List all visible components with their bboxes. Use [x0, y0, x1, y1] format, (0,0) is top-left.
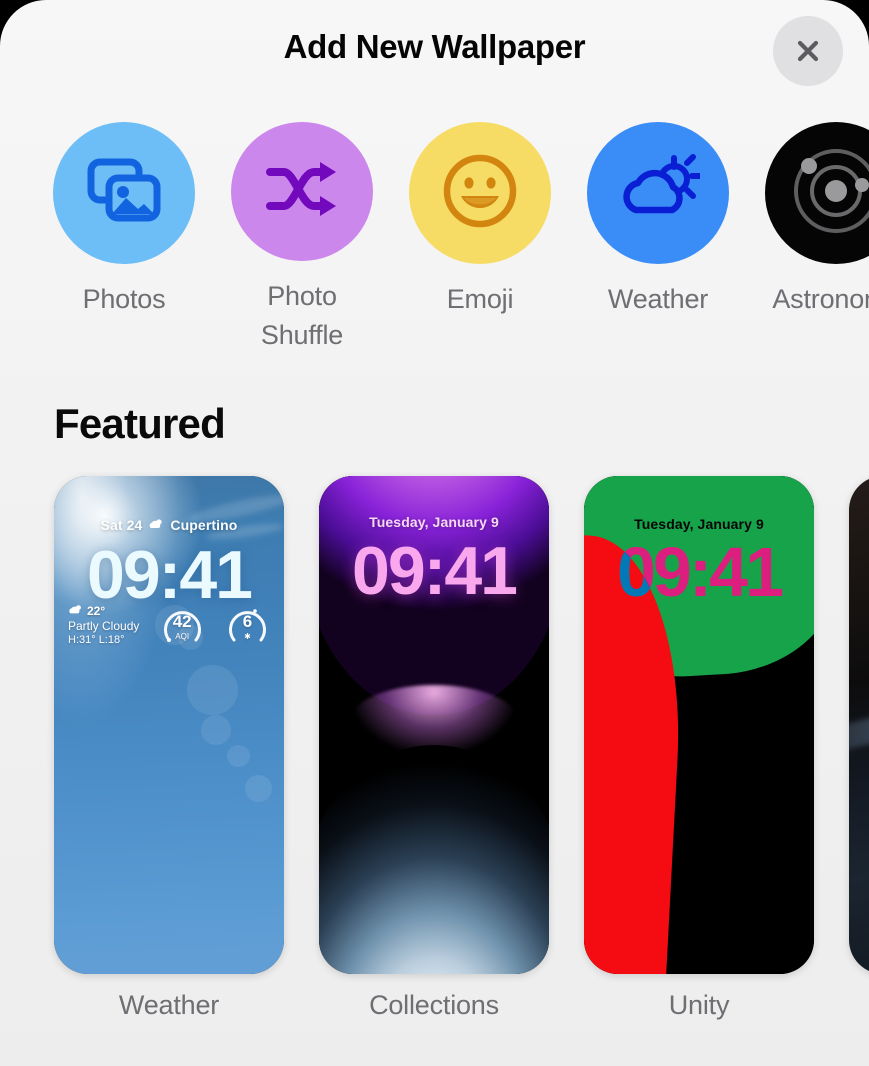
shuffle-icon: [264, 158, 340, 225]
aqi-gauge-arc: [163, 611, 201, 642]
category-item-photo-shuffle[interactable]: Photo Shuffle: [231, 104, 373, 354]
category-label-astronomy: Astronomy: [772, 284, 869, 314]
aqi-gauge-widget[interactable]: 42 AQI: [160, 604, 205, 649]
wallpaper-preview-weather[interactable]: Sat 24 Cupertino 09:41 22° Partly Cloudy…: [54, 476, 284, 974]
orbit-icon-circle: [765, 122, 869, 264]
wallpaper-label-unity: Unity: [668, 990, 730, 1020]
uv-gauge-widget[interactable]: 6 ✱: [225, 604, 270, 649]
sheet-header: Add New Wallpaper: [0, 0, 869, 104]
add-wallpaper-sheet: Add New Wallpaper Photos Photo Shuffle E…: [0, 0, 869, 1066]
category-label-photos: Photos: [82, 284, 166, 314]
weather-date-text: Sat 24: [100, 517, 143, 533]
weather-temp-row: 22°: [68, 604, 139, 618]
lockscreen-time-weather: 09:41: [87, 537, 253, 613]
category-item-emoji[interactable]: Emoji: [409, 104, 551, 354]
uv-gauge-arc: [229, 609, 266, 642]
lockscreen-time-collections: 09:41: [352, 533, 518, 609]
wallpaper-item-unity[interactable]: Tuesday, January 9 09:41 Unity: [584, 476, 814, 1021]
category-item-astronomy[interactable]: Astronomy: [765, 104, 869, 354]
cloud-sun-small-icon: [68, 604, 83, 618]
lens-flare: [187, 665, 238, 716]
lockscreen-time-unity: 09:41: [584, 532, 814, 612]
partial-light-streak: [849, 645, 869, 770]
wallpaper-label-collections: Collections: [369, 990, 499, 1020]
close-button[interactable]: [773, 16, 843, 86]
wallpaper-preview-partial[interactable]: [849, 476, 869, 974]
featured-heading: Featured: [54, 400, 226, 447]
wallpaper-item-weather[interactable]: Sat 24 Cupertino 09:41 22° Partly Cloudy…: [54, 476, 284, 1021]
category-item-photos[interactable]: Photos: [53, 104, 195, 354]
cloud-sun-icon-circle: [587, 122, 729, 264]
category-item-weather[interactable]: Weather: [587, 104, 729, 354]
wallpaper-item-collections[interactable]: Tuesday, January 9 09:41 Collections: [319, 476, 549, 1021]
cloud-sun-icon: [616, 153, 704, 233]
photos-icon: [86, 156, 162, 231]
category-row[interactable]: Photos Photo Shuffle Emoji Weather Astro…: [0, 104, 869, 354]
lens-flare: [201, 715, 232, 745]
weather-location-text: Cupertino: [170, 517, 238, 533]
smiley-icon: [441, 152, 519, 235]
cloud-sun-small-icon: [148, 517, 164, 533]
weather-summary-widget[interactable]: 22° Partly Cloudy H:31° L:18°: [68, 604, 139, 646]
weather-condition: Partly Cloudy: [68, 619, 140, 633]
lens-flare: [226, 744, 250, 768]
wallpaper-preview-collections[interactable]: Tuesday, January 9 09:41: [319, 476, 549, 974]
wallpaper-preview-unity[interactable]: Tuesday, January 9 09:41: [584, 476, 814, 974]
close-icon: [791, 34, 825, 68]
lockscreen-date-weather: Sat 24 Cupertino: [54, 517, 284, 533]
lockscreen-date-collections: Tuesday, January 9: [369, 514, 499, 530]
shuffle-icon-circle: [231, 122, 373, 262]
weather-temperature: 22°: [87, 604, 106, 618]
category-label-photo-shuffle: Photo Shuffle: [260, 281, 344, 350]
category-label-weather: Weather: [607, 284, 709, 314]
weather-widget-row[interactable]: 22° Partly Cloudy H:31° L:18° 42 AQI 6 ✱: [68, 604, 270, 649]
wallpaper-item-partial[interactable]: [849, 476, 869, 1021]
wallpaper-label-weather: Weather: [118, 990, 220, 1020]
unity-time-text: 09:41: [616, 533, 784, 611]
featured-wallpaper-row[interactable]: Sat 24 Cupertino 09:41 22° Partly Cloudy…: [0, 476, 869, 1021]
smiley-icon-circle: [409, 122, 551, 264]
category-label-emoji: Emoji: [446, 284, 514, 314]
lockscreen-date-unity: Tuesday, January 9: [634, 516, 764, 532]
collections-reflection-blob: [319, 744, 549, 974]
page-title: Add New Wallpaper: [283, 28, 586, 65]
photos-icon-circle: [53, 122, 195, 264]
weather-high-low: H:31° L:18°: [68, 634, 125, 646]
orbit-icon: [780, 135, 869, 252]
